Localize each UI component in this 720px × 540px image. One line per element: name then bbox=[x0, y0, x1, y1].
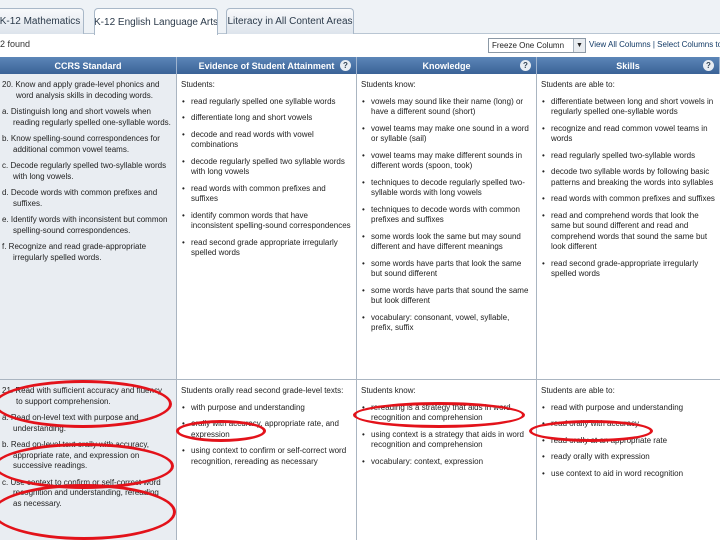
list-item: read words with common prefixes and suff… bbox=[541, 194, 715, 205]
annotation-circle bbox=[0, 484, 176, 540]
list-item: ready orally with expression bbox=[541, 452, 715, 463]
list-item: use context to aid in word recognition bbox=[541, 469, 715, 480]
list-item: read with purpose and understanding bbox=[541, 403, 715, 414]
annotation-circle bbox=[353, 402, 525, 428]
list-item: some words look the same but may sound d… bbox=[361, 232, 531, 253]
standard-item: c. Decode regularly spelled two-syllable… bbox=[2, 161, 167, 181]
tab-literacy-all-content-areas[interactable]: Literacy in All Content Areas bbox=[226, 8, 354, 34]
list-item: using context is a strategy that aids in… bbox=[361, 430, 531, 451]
list-item: read words with common prefixes and suff… bbox=[181, 184, 351, 205]
freeze-select-value: Freeze One Column bbox=[492, 41, 565, 50]
tab-k12-mathematics[interactable]: K-12 Mathematics bbox=[0, 8, 84, 34]
annotation-circle bbox=[0, 380, 172, 428]
list-item: with purpose and understanding bbox=[181, 403, 351, 414]
column-view-links[interactable]: View All Columns | Select Columns to Vie… bbox=[589, 40, 720, 49]
help-icon[interactable]: ? bbox=[520, 60, 531, 71]
knowledge-lead: Students know: bbox=[361, 386, 416, 395]
row-divider bbox=[0, 379, 720, 380]
list-item: decode and read words with vowel combina… bbox=[181, 130, 351, 151]
list-item: techniques to decode regularly spelled t… bbox=[361, 178, 531, 199]
knowledge-cell-21: Students know: rereading is a strategy t… bbox=[361, 386, 531, 473]
column-header-evidence[interactable]: Evidence of Student Attainment ? bbox=[177, 57, 357, 74]
column-header-knowledge[interactable]: Knowledge ? bbox=[357, 57, 537, 74]
annotation-circle bbox=[0, 443, 174, 489]
list-item: vowel teams may make one sound in a word… bbox=[361, 124, 531, 145]
help-icon[interactable]: ? bbox=[703, 60, 714, 71]
tab-k12-english-language-arts[interactable]: K-12 English Language Arts bbox=[94, 8, 218, 35]
column-header-ccrs-standard[interactable]: CCRS Standard bbox=[0, 57, 177, 74]
skills-list: differentiate between long and short vow… bbox=[541, 97, 715, 280]
list-item: recognize and read common vowel teams in… bbox=[541, 124, 715, 145]
list-item: vowel teams may make different sounds in… bbox=[361, 151, 531, 172]
evidence-lead: Students: bbox=[181, 80, 215, 89]
chevron-down-icon[interactable]: ▼ bbox=[573, 39, 585, 52]
standard-item: f. Recognize and read grade-appropriate … bbox=[2, 242, 147, 262]
column-divider bbox=[536, 74, 537, 540]
evidence-lead: Students orally read second grade-level … bbox=[181, 386, 344, 395]
list-item: using context to confirm or self-correct… bbox=[181, 446, 351, 467]
column-divider bbox=[176, 74, 177, 540]
skills-cell-20: Students are able to: differentiate betw… bbox=[541, 80, 715, 286]
standard-item: b. Know spelling-sound correspondences f… bbox=[2, 134, 160, 154]
list-item: decode regularly spelled two syllable wo… bbox=[181, 157, 351, 178]
list-item: read and comprehend words that look the … bbox=[541, 211, 715, 253]
list-item: some words have parts that look the same… bbox=[361, 259, 531, 280]
evidence-cell-20: Students: read regularly spelled one syl… bbox=[181, 80, 351, 265]
list-item: read regularly spelled one syllable word… bbox=[181, 97, 351, 108]
list-item: differentiate long and short vowels bbox=[181, 113, 351, 124]
standard-item: d. Decode words with common prefixes and… bbox=[2, 188, 158, 208]
tab-bar: K-12 Mathematics K-12 English Language A… bbox=[0, 0, 720, 35]
help-icon[interactable]: ? bbox=[340, 60, 351, 71]
list-item: read second grade appropriate irregularl… bbox=[181, 238, 351, 259]
skills-lead: Students are able to: bbox=[541, 386, 615, 395]
standard-cell-20: 20. Know and apply grade-level phonics a… bbox=[2, 80, 172, 269]
list-item: some words have parts that sound the sam… bbox=[361, 286, 531, 307]
list-item: read second grade-appropriate irregularl… bbox=[541, 259, 715, 280]
standard-item: e. Identify words with inconsistent but … bbox=[2, 215, 168, 235]
column-header-skills[interactable]: Skills ? bbox=[537, 57, 720, 74]
knowledge-list: vowels may sound like their name (long) … bbox=[361, 97, 531, 334]
standard-item: a. Distinguish long and short vowels whe… bbox=[2, 107, 171, 127]
list-item: differentiate between long and short vow… bbox=[541, 97, 715, 118]
results-count: 2 found bbox=[0, 39, 31, 49]
evidence-list: read regularly spelled one syllable word… bbox=[181, 97, 351, 259]
column-header-label: Skills bbox=[616, 60, 640, 71]
column-header-label: Knowledge bbox=[422, 60, 471, 71]
list-item: decode two syllable words by following b… bbox=[541, 167, 715, 188]
skills-lead: Students are able to: bbox=[541, 80, 615, 89]
column-divider bbox=[356, 74, 357, 540]
toolbar: 2 found Freeze One Column ▼ View All Col… bbox=[0, 35, 720, 57]
column-header-label: Evidence of Student Attainment bbox=[198, 60, 335, 71]
list-item: techniques to decode words with common p… bbox=[361, 205, 531, 226]
column-header-label: CCRS Standard bbox=[54, 60, 122, 71]
list-item: read regularly spelled two-syllable word… bbox=[541, 151, 715, 162]
standard-lead: 20. Know and apply grade-level phonics a… bbox=[2, 80, 160, 100]
annotation-circle bbox=[529, 420, 653, 442]
knowledge-cell-20: Students know: vowels may sound like the… bbox=[361, 80, 531, 340]
list-item: vocabulary: consonant, vowel, syllable, … bbox=[361, 313, 531, 334]
list-item: vowels may sound like their name (long) … bbox=[361, 97, 531, 118]
knowledge-lead: Students know: bbox=[361, 80, 416, 89]
annotation-circle bbox=[176, 420, 266, 442]
list-item: identify common words that have inconsis… bbox=[181, 211, 351, 232]
list-item: vocabulary: context, expression bbox=[361, 457, 531, 468]
freeze-column-select[interactable]: Freeze One Column ▼ bbox=[488, 38, 586, 53]
